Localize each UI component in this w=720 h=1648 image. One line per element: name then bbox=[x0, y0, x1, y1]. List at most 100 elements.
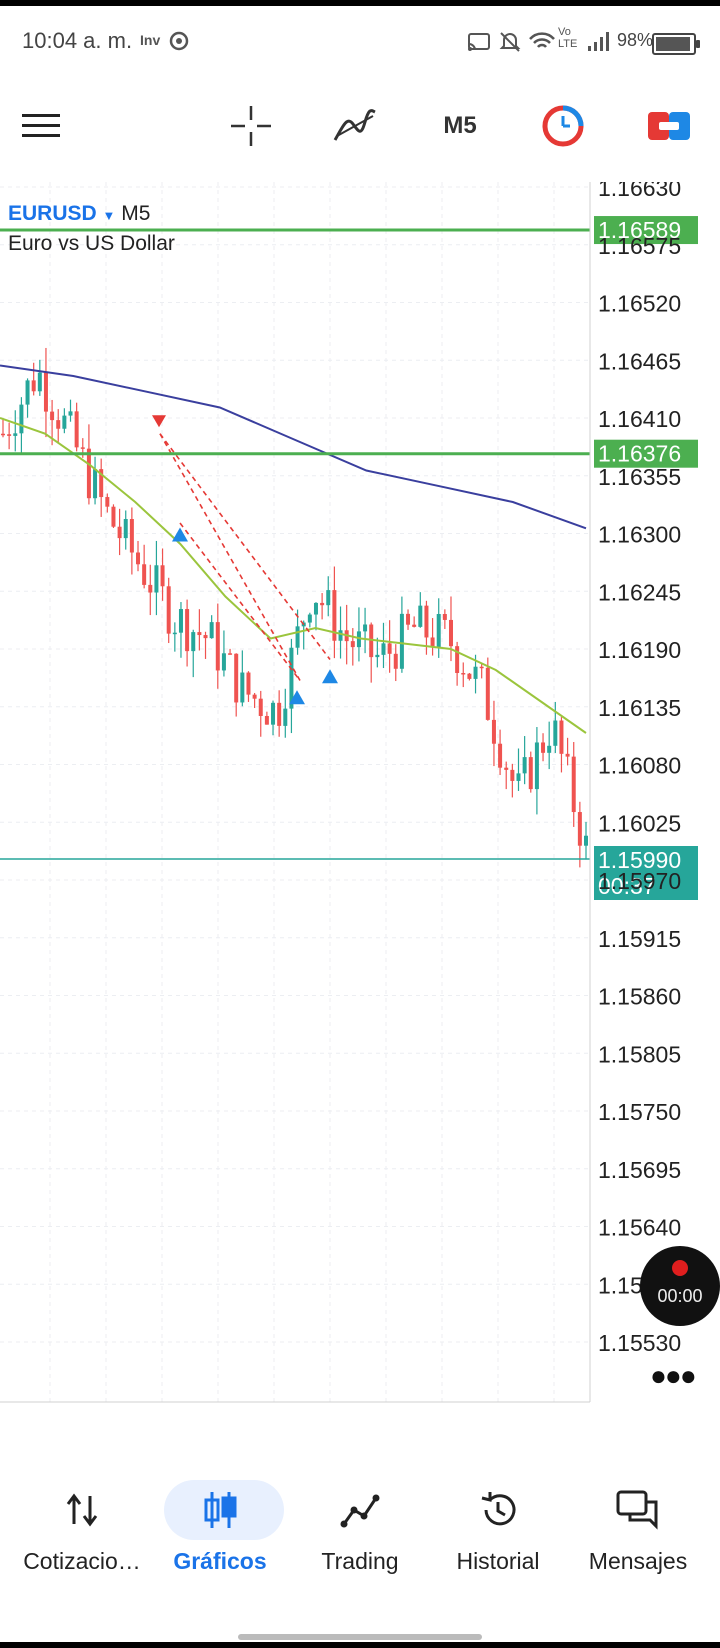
more-options-icon[interactable]: ●●● bbox=[650, 1360, 697, 1392]
candle-body bbox=[234, 653, 239, 703]
candle-body bbox=[350, 641, 355, 648]
sell-arrow-icon bbox=[152, 415, 166, 428]
timeframe-label: M5 bbox=[443, 112, 477, 139]
trade-button[interactable] bbox=[644, 96, 694, 156]
candle-body bbox=[80, 447, 85, 449]
status-bar: 10:04 a. m. Inv Vo LTE 98% bbox=[0, 6, 720, 70]
candle-body bbox=[142, 564, 147, 585]
clock-icon bbox=[542, 105, 584, 147]
candle-body bbox=[547, 745, 552, 753]
nav-trading[interactable]: Trading bbox=[288, 1472, 432, 1592]
menu-button[interactable] bbox=[16, 96, 66, 156]
nav-quotes[interactable]: Cotizacio… bbox=[10, 1472, 154, 1592]
clock-button[interactable] bbox=[538, 96, 588, 156]
recorder-time: 00:00 bbox=[657, 1286, 703, 1306]
battery-percent: 98% bbox=[617, 30, 654, 50]
candle-body bbox=[178, 609, 183, 633]
candle-body bbox=[258, 698, 263, 716]
symbol-dropdown-icon: ▼ bbox=[102, 208, 116, 223]
symbol-header[interactable]: EURUSD ▼ M5 bbox=[8, 202, 150, 226]
status-extra-text: Inv bbox=[140, 32, 161, 48]
chart-levels: 1.165891.163761.1599000:37 bbox=[0, 216, 698, 900]
candle-body bbox=[553, 720, 558, 746]
candle-body bbox=[399, 613, 404, 669]
candle-body bbox=[68, 411, 73, 416]
candle-body bbox=[1, 433, 5, 436]
candle-body bbox=[406, 613, 411, 625]
candle-body bbox=[436, 614, 441, 648]
candle-body bbox=[228, 653, 233, 655]
wifi-icon bbox=[529, 32, 555, 48]
candle-body bbox=[584, 835, 588, 846]
candle-body bbox=[448, 619, 453, 647]
candle-body bbox=[295, 626, 300, 648]
candle-body bbox=[577, 812, 582, 846]
price-chart[interactable]: 1.165891.163761.1599000:37 1.16630 1.1657… bbox=[0, 175, 720, 1436]
candle-body bbox=[50, 411, 55, 421]
candle-body bbox=[455, 646, 460, 673]
candle-body bbox=[62, 415, 67, 429]
price-tick-label: 1.15530 bbox=[598, 1330, 681, 1356]
cast-icon bbox=[468, 33, 490, 51]
messages-icon bbox=[566, 1488, 710, 1532]
candle-body bbox=[412, 624, 417, 627]
candle-body bbox=[522, 757, 527, 774]
nav-charts[interactable]: Gráficos bbox=[148, 1472, 292, 1592]
candle-body bbox=[25, 380, 30, 405]
candle-body bbox=[534, 742, 539, 790]
candle-body bbox=[485, 667, 490, 720]
price-tick-label: 1.16300 bbox=[598, 522, 681, 548]
bottom-navigation: Cotizacio… Gráficos Trading Historial Me… bbox=[0, 1472, 720, 1592]
nav-history[interactable]: Historial bbox=[426, 1472, 570, 1592]
price-tick-label: 1.16245 bbox=[598, 579, 681, 605]
candle-body bbox=[215, 622, 220, 671]
candle-body bbox=[191, 632, 196, 652]
candle-body bbox=[516, 773, 521, 781]
candle-body bbox=[37, 372, 42, 392]
nav-trading-label: Trading bbox=[321, 1548, 399, 1574]
trading-icon bbox=[288, 1488, 432, 1532]
record-icon bbox=[672, 1260, 688, 1276]
lte-indicator: Vo LTE bbox=[558, 26, 578, 50]
candle-body bbox=[117, 526, 122, 539]
chart-area[interactable]: 1.16589 1.16376 1.15990 00:37 1.16630 1.1657… bbox=[0, 175, 720, 1436]
candle-body bbox=[246, 672, 251, 695]
candle-body bbox=[203, 635, 208, 639]
crosshair-button[interactable] bbox=[226, 96, 276, 156]
price-tick-label: 1.15860 bbox=[598, 984, 681, 1010]
bottom-frame bbox=[0, 1642, 720, 1648]
price-tick-label: 1.16025 bbox=[598, 810, 681, 836]
candle-body bbox=[197, 632, 202, 636]
candle-body bbox=[166, 586, 171, 634]
chart-series bbox=[0, 347, 588, 868]
notification-app-icon bbox=[169, 31, 189, 51]
buy-arrow-icon bbox=[172, 527, 188, 542]
candle-body bbox=[491, 719, 496, 744]
price-tick-label: 1.15970 bbox=[598, 868, 681, 894]
screen-recorder-button[interactable]: 00:00 bbox=[640, 1246, 720, 1326]
chart-grid bbox=[0, 182, 590, 1402]
candle-body bbox=[264, 715, 269, 725]
candle-body bbox=[307, 614, 312, 623]
timeframe-button[interactable]: M5 bbox=[430, 96, 490, 156]
symbol-timeframe: M5 bbox=[121, 202, 151, 225]
candle-body bbox=[136, 552, 141, 565]
price-tick-label: 1.16080 bbox=[598, 753, 681, 779]
nav-messages[interactable]: Mensajes bbox=[566, 1472, 710, 1592]
price-tick-label: 1.16410 bbox=[598, 406, 681, 432]
candle-body bbox=[498, 743, 503, 768]
candle-body bbox=[363, 624, 368, 632]
candle-body bbox=[528, 757, 533, 790]
battery-icon bbox=[652, 33, 700, 55]
price-tick-label: 1.16520 bbox=[598, 291, 681, 317]
price-tick-label: 1.16190 bbox=[598, 637, 681, 663]
candle-body bbox=[424, 605, 429, 638]
mute-bell-icon bbox=[499, 32, 521, 52]
indicators-button[interactable] bbox=[330, 96, 380, 156]
candle-body bbox=[479, 666, 484, 669]
nav-history-label: Historial bbox=[456, 1548, 540, 1574]
candle-body bbox=[381, 643, 386, 655]
quotes-icon bbox=[10, 1488, 154, 1532]
candle-body bbox=[510, 769, 515, 781]
nav-quotes-label: Cotizacio… bbox=[23, 1548, 141, 1574]
